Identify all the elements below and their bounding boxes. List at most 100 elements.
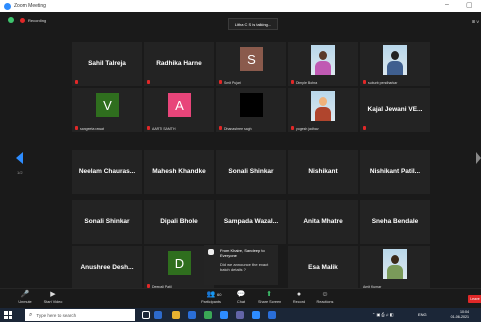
participant-tile[interactable]: Nishikant Patil...	[360, 150, 430, 194]
participant-tile[interactable]: Sonali Shinkar	[72, 200, 142, 244]
chat-notification[interactable]: From Khaire, Sandeep to Everyone Did we …	[204, 245, 278, 285]
chrome-icon[interactable]	[204, 311, 212, 319]
chat-button[interactable]: 💬 Chat	[230, 291, 252, 304]
record-button[interactable]: ● Record	[288, 291, 310, 304]
record-icon: ●	[296, 291, 302, 298]
language-indicator[interactable]: ENG	[418, 312, 427, 317]
participant-name: Esa Malik	[308, 264, 338, 271]
muted-mic-icon	[147, 80, 150, 84]
teams-icon[interactable]	[236, 311, 244, 319]
chat-sender: From Khaire, Sandeep to Everyone	[220, 248, 265, 258]
participant-name: Anita Mhatre	[303, 218, 343, 225]
participant-tile[interactable]: Dimple Bohra	[288, 42, 358, 86]
participant-tile[interactable]: Dipali Bhole	[144, 200, 214, 244]
reactions-icon: ☺	[321, 291, 329, 298]
participant-video	[311, 91, 335, 121]
next-page-arrow-icon[interactable]	[476, 152, 481, 164]
task-view-icon[interactable]	[154, 311, 162, 319]
outlook-icon[interactable]	[268, 311, 276, 319]
window-title: Zoom Meeting	[14, 3, 46, 9]
participant-name: Dipali Bhole	[160, 218, 198, 225]
participant-tile[interactable]: Anita Mhatre	[288, 200, 358, 244]
participant-tile[interactable]: Nishikant	[288, 150, 358, 194]
minimize-button[interactable]: –	[445, 1, 449, 8]
participant-name: Radhika Harne	[156, 60, 202, 67]
maximize-button[interactable]: ▢	[466, 1, 473, 9]
participant-tile[interactable]: Esa Malik	[288, 246, 358, 290]
previous-page-arrow-icon[interactable]	[16, 152, 23, 164]
participant-tile[interactable]: Radhika Harne	[144, 42, 214, 86]
meeting-info: Recording	[8, 17, 46, 23]
start-video-button[interactable]: ▶ Start Video	[42, 291, 64, 304]
taskbar-search[interactable]: ⌕ Type here to search	[25, 309, 135, 321]
participant-name: Sonali Shinkar	[228, 168, 274, 175]
file-explorer-icon[interactable]	[172, 311, 180, 319]
record-label: Record	[292, 300, 306, 304]
muted-mic-icon	[291, 80, 294, 84]
participant-name: Dhanashree sagh	[224, 127, 252, 131]
edge-icon[interactable]	[188, 311, 196, 319]
mic-muted-icon: 🎤	[20, 291, 30, 298]
participant-tile[interactable]: suburb pendharkar	[360, 42, 430, 86]
muted-mic-icon	[147, 126, 150, 130]
cortana-icon[interactable]	[142, 311, 150, 319]
avatar: V	[96, 93, 119, 117]
avatar: S	[240, 47, 263, 71]
participant-name: sangeeta rawat	[80, 127, 104, 131]
participant-name: Nishikant Patil...	[369, 168, 421, 175]
participant-tile[interactable]: Sahil Talreja	[72, 42, 142, 86]
share-screen-button[interactable]: ⬆ Share Screen	[258, 291, 281, 304]
reactions-button[interactable]: ☺ Reactions	[314, 291, 336, 304]
avatar: A	[168, 93, 191, 117]
taskbar-clock[interactable]: 10:04 01-06-2021	[451, 310, 469, 320]
participant-tile[interactable]: Kajal Jewani VE...	[360, 88, 430, 132]
participant-name: Sampada Wazal...	[223, 218, 279, 225]
participant-tile[interactable]: yogesh jadhav	[288, 88, 358, 132]
windows-start-icon[interactable]	[4, 311, 12, 319]
active-speaker-indicator: Litha C S is talking...	[228, 18, 278, 30]
participant-tile[interactable]: Dhanashree sagh	[216, 88, 286, 132]
muted-mic-icon	[75, 80, 78, 84]
unmute-label: Unmute	[18, 300, 32, 304]
participant-name: suburb pendharkar	[368, 81, 398, 85]
participant-tile[interactable]: Neelam Chauras...	[72, 150, 142, 194]
participant-tile[interactable]: Sampada Wazal...	[216, 200, 286, 244]
search-placeholder: Type here to search	[36, 312, 77, 318]
reactions-label: Reactions	[316, 300, 334, 304]
video-off-icon: ▶	[50, 291, 56, 298]
share-screen-icon: ⬆	[266, 291, 272, 298]
zoom-icon[interactable]	[252, 311, 260, 319]
page-indicator: 1/2	[17, 170, 23, 175]
participant-tile[interactable]: Amit Kumar	[360, 246, 430, 290]
avatar	[240, 93, 263, 117]
participant-tile[interactable]: S Smit Pujari	[216, 42, 286, 86]
participant-tile[interactable]: Sonali Shinkar	[216, 150, 286, 194]
participant-name: Kajal Jewani VE...	[367, 106, 423, 113]
tray-icons[interactable]: ⌃ ▣ ⎙ ♫ ◧	[372, 312, 394, 317]
participant-tile[interactable]: A AARTI SAMTH	[144, 88, 214, 132]
participant-video	[383, 45, 407, 75]
security-shield-icon[interactable]	[8, 17, 14, 23]
muted-mic-icon	[75, 126, 78, 130]
view-button[interactable]: ⊞ V	[472, 19, 479, 24]
participant-tile[interactable]: Anushree Desh...	[72, 246, 142, 290]
participant-name: Neelam Chauras...	[78, 168, 136, 175]
start-video-label: Start Video	[43, 300, 63, 304]
participant-name: Sonali Shinkar	[84, 218, 130, 225]
clock-date: 01-06-2021	[450, 315, 469, 319]
participant-tile[interactable]: Mahesh Khandke	[144, 150, 214, 194]
windows-taskbar: ⌕ Type here to search ⌃ ▣ ⎙ ♫ ◧ ENG 10:0…	[0, 308, 481, 322]
chat-label: Chat	[236, 300, 246, 304]
leave-button[interactable]: Leave	[468, 295, 481, 303]
muted-mic-icon	[291, 126, 294, 130]
unmute-button[interactable]: 🎤 Unmute	[14, 291, 36, 304]
participant-tile[interactable]: V sangeeta rawat	[72, 88, 142, 132]
participant-count: 60	[217, 292, 222, 297]
participant-name: yogesh jadhav	[296, 127, 319, 131]
search-icon: ⌕	[29, 311, 33, 318]
participant-tile[interactable]: Sneha Bendale	[360, 200, 430, 244]
participant-name: Mahesh Khandke	[152, 168, 206, 175]
store-icon[interactable]	[220, 311, 228, 319]
meeting-area: Recording Litha C S is talking... ⊞ V 1/…	[0, 12, 481, 290]
participants-label: Participants	[201, 300, 221, 304]
